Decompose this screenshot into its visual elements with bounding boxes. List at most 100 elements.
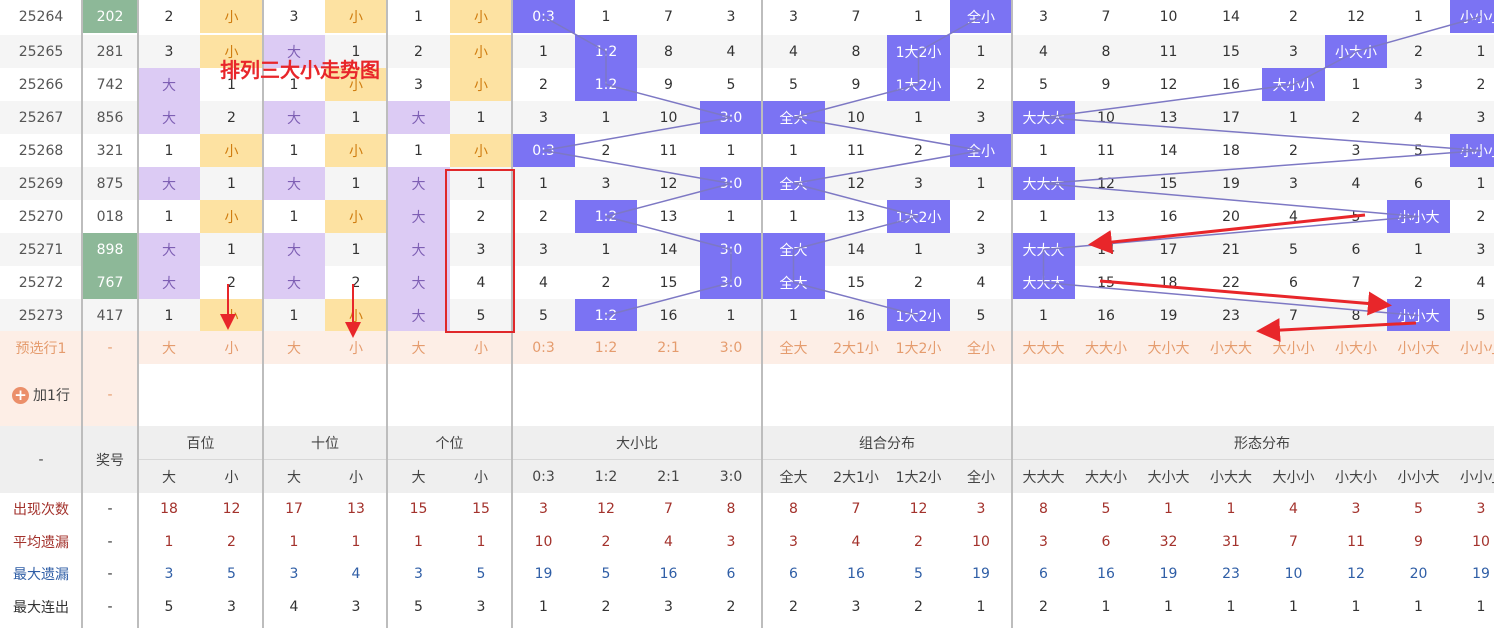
miss-cell: 1 (263, 299, 325, 332)
miss-cell: 11 (1137, 35, 1200, 68)
preselect-option[interactable]: 大 (263, 331, 325, 364)
hit-cell: 1:2 (575, 200, 637, 233)
preselect-option[interactable]: 大大大 (1012, 331, 1075, 364)
header-sub: 大小小 (1262, 460, 1325, 493)
header-sub: 1:2 (575, 460, 637, 493)
miss-cell: 3 (1039, 8, 1048, 25)
preselect-option[interactable]: 1大2小 (887, 331, 950, 364)
preselect-option[interactable]: 小大大 (1200, 331, 1262, 364)
miss-cell: 12 (637, 167, 700, 200)
preselect-option[interactable]: 全小 (950, 331, 1012, 364)
hit-cell: 大 (263, 167, 325, 200)
preselect-option[interactable]: 小 (325, 331, 387, 364)
miss-cell: 4 (700, 35, 762, 68)
miss-cell: 1 (601, 8, 611, 25)
stat-value: 1 (1226, 501, 1236, 517)
miss-cell: 3 (450, 233, 512, 266)
stat-value: 2 (1039, 598, 1048, 615)
stat-value: 10 (534, 533, 553, 550)
preselect-option[interactable]: 大大小 (1075, 331, 1137, 364)
hit-cell: 全大 (762, 266, 825, 299)
preselect-option[interactable]: 小小小 (1450, 331, 1494, 364)
miss-cell: 2 (1289, 8, 1298, 25)
miss-cell: 1 (789, 208, 798, 225)
stat-value: 5 (227, 566, 236, 582)
hit-cell: 1:2 (575, 68, 637, 101)
stat-value: 2 (914, 598, 923, 615)
stat-value: 3 (976, 501, 986, 517)
miss-cell: 7 (1262, 299, 1325, 332)
preselect-option[interactable]: 2:1 (637, 331, 700, 364)
hit-cell: 大大大 (1012, 266, 1075, 299)
miss-cell: 1 (762, 299, 825, 332)
stat-value: 5 (476, 566, 486, 582)
stat-value: 3 (476, 598, 486, 615)
preselect-option[interactable]: 全大 (762, 331, 825, 364)
miss-cell: 10 (825, 101, 887, 134)
preselect-option[interactable]: 小 (200, 331, 263, 364)
miss-cell: 15 (1200, 35, 1262, 68)
header-sub: 小大小 (1325, 460, 1387, 493)
miss-cell: 1 (450, 101, 512, 134)
hit-cell: 3:0 (700, 167, 762, 200)
miss-cell: 2 (601, 274, 611, 291)
miss-cell: 3 (1262, 35, 1325, 68)
hit-cell: 大 (138, 266, 200, 299)
stat-value: 5 (914, 566, 923, 582)
preselect-option[interactable]: 大小小 (1262, 331, 1325, 364)
header-sub: 小 (450, 460, 512, 493)
hit-cell: 大 (263, 266, 325, 299)
miss-cell: 4 (539, 274, 548, 291)
prize-number: 742 (96, 76, 124, 93)
miss-cell: 9 (851, 76, 861, 93)
preselect-option[interactable]: 2大1小 (825, 331, 887, 364)
miss-cell: 2 (351, 274, 361, 291)
miss-cell: 7 (1351, 274, 1361, 291)
miss-cell: 14 (637, 233, 700, 266)
preselect-option[interactable]: 3:0 (700, 331, 762, 364)
miss-cell: 3 (138, 35, 200, 68)
stat-value: 11 (1347, 533, 1365, 550)
miss-cell: 1 (289, 208, 299, 225)
preselect-option[interactable]: 小 (450, 331, 512, 364)
stat-value: 9 (1414, 533, 1423, 550)
preselect-option[interactable]: 大 (387, 331, 450, 364)
stat-prize: - (107, 598, 113, 615)
stat-value: 4 (351, 566, 361, 582)
hit-cell: 小 (325, 0, 387, 33)
column-divider (386, 0, 388, 628)
hit-cell: 大大大 (1012, 233, 1075, 266)
stat-value: 6 (789, 566, 798, 582)
miss-cell: 1 (325, 167, 387, 200)
stat-value: 15 (472, 501, 490, 517)
miss-cell: 2 (914, 142, 923, 159)
miss-cell: 1 (414, 8, 423, 25)
hit-cell: 小小小 (1450, 0, 1494, 33)
hit-cell: 大 (387, 299, 450, 332)
header-sub: 2大1小 (825, 460, 887, 493)
preselect-option[interactable]: 大 (138, 331, 200, 364)
miss-cell: 2 (1325, 101, 1387, 134)
stat-value: 3 (289, 566, 299, 582)
stat-value: 1 (164, 533, 174, 550)
miss-cell: 15 (1137, 167, 1200, 200)
miss-cell: 1 (200, 167, 263, 200)
stat-value: 1 (1351, 598, 1361, 615)
preselect-option[interactable]: 小大小 (1325, 331, 1387, 364)
miss-cell: 16 (1075, 299, 1137, 332)
stat-value: 2 (726, 598, 736, 615)
preselect-option[interactable]: 大小大 (1137, 331, 1200, 364)
preselect-prize: - (82, 331, 138, 364)
preselect-option[interactable]: 0:3 (512, 331, 575, 364)
stat-value: 16 (847, 566, 865, 582)
stat-value: 3 (851, 598, 861, 615)
preselect-option[interactable]: 1:2 (575, 331, 637, 364)
preselect-option[interactable]: 小小大 (1387, 331, 1450, 364)
prize-number: 202 (82, 0, 138, 33)
header-group: 形态分布 (1012, 426, 1494, 460)
miss-cell: 2 (1476, 208, 1486, 225)
miss-cell: 3 (289, 8, 299, 25)
column-divider (137, 0, 139, 628)
add-row-button[interactable]: + 加1行 (0, 364, 82, 426)
miss-cell: 11 (659, 142, 678, 159)
